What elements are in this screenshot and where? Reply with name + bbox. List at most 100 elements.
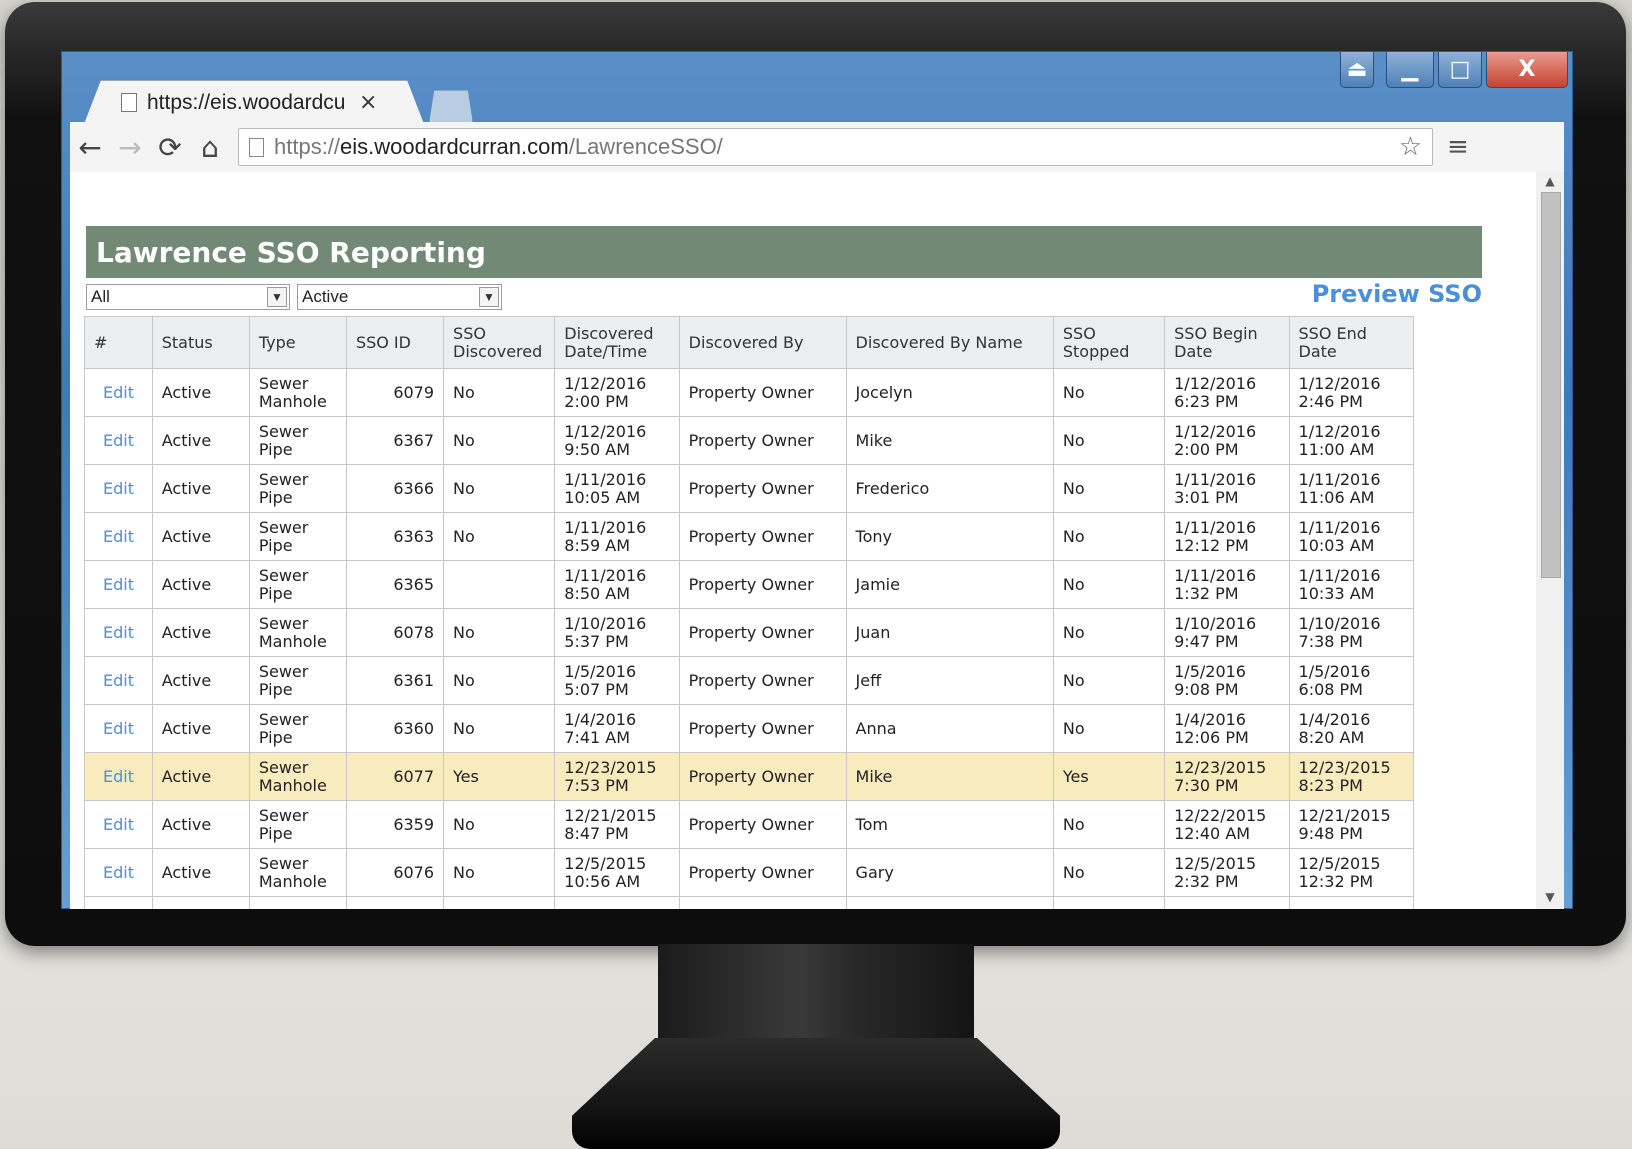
discovered-datetime-cell: 1/12/2016 9:50 AM <box>554 416 680 465</box>
edit-link[interactable] <box>84 896 153 909</box>
discovered-datetime-cell: 1/4/2016 7:41 AM <box>554 704 680 753</box>
sso-discovered-cell <box>443 560 556 609</box>
status-filter-select[interactable]: Active ▼ <box>297 284 502 310</box>
edit-link[interactable]: Edit <box>84 800 153 849</box>
table-row[interactable]: Edit Active Sewer Manhole 6076 No 12/5/2015 1… <box>84 848 1415 897</box>
sso-discovered-cell: No <box>443 848 556 897</box>
sso-begin-cell: 1/12/2016 2:00 PM <box>1164 416 1290 465</box>
sso-discovered-cell <box>443 896 556 909</box>
address-bar[interactable]: https://eis.woodardcurran.com/LawrenceSS… <box>238 128 1433 166</box>
table-row[interactable]: Edit Active Sewer Pipe 6366 No 1/11/2016 10:0… <box>84 464 1415 513</box>
col-header-discovered-by[interactable]: Discovered By <box>678 316 847 369</box>
col-header-discovered-by-name[interactable]: Discovered By Name <box>845 316 1054 369</box>
edit-link[interactable]: Edit <box>84 704 153 753</box>
col-header-sso-stopped[interactable]: SSO Stopped <box>1052 316 1166 369</box>
forward-icon[interactable]: → <box>110 127 150 167</box>
edit-link[interactable]: Edit <box>84 560 153 609</box>
table-row[interactable]: Edit Active Sewer Pipe 6359 No 12/21/2015 8:4… <box>84 800 1415 849</box>
bookmark-star-icon[interactable]: ☆ <box>1399 132 1422 162</box>
type-cell: Sewer Pipe <box>248 656 347 705</box>
sso-end-cell: 1/11/2016 10:33 AM <box>1288 560 1415 609</box>
table-row[interactable]: Edit Active Sewer Pipe 6367 No 1/12/2016 9:50… <box>84 416 1415 465</box>
status-cell: Active <box>151 560 250 609</box>
sso-discovered-cell: No <box>443 512 556 561</box>
back-icon[interactable]: ← <box>70 127 110 167</box>
table-row[interactable]: Edit Active Sewer Manhole 6077 Yes 12/23/2015… <box>84 752 1415 801</box>
home-icon[interactable]: ⌂ <box>190 127 230 167</box>
minimize-button[interactable]: ▁ <box>1386 52 1434 88</box>
discovered-by-cell: Property Owner <box>678 368 847 417</box>
status-cell: Active <box>151 704 250 753</box>
sso-discovered-cell: Yes <box>443 752 556 801</box>
sso-discovered-cell: No <box>443 800 556 849</box>
sso-begin-cell: 1/4/2016 12:06 PM <box>1164 704 1290 753</box>
preview-sso-link[interactable]: Preview SSO <box>1312 280 1482 308</box>
browser-tab[interactable]: https://eis.woodardcu × <box>84 80 424 124</box>
table-row[interactable]: Edit Active Sewer Manhole 6079 No 1/12/2016 2… <box>84 368 1415 417</box>
maximize-button[interactable]: □ <box>1438 52 1482 88</box>
reload-icon[interactable]: ⟳ <box>150 127 190 167</box>
window-controls: ⏏ ▁ □ X <box>1340 52 1568 88</box>
tab-close-icon[interactable]: × <box>359 90 377 115</box>
close-button[interactable]: X <box>1486 52 1568 88</box>
sso-id-cell: 6079 <box>345 368 445 417</box>
discovered-datetime-cell: 12/23/2015 7:53 PM <box>554 752 680 801</box>
edit-link[interactable]: Edit <box>84 848 153 897</box>
table-row[interactable]: Edit Active Sewer Pipe 6360 No 1/4/2016 7:41 … <box>84 704 1415 753</box>
edit-link[interactable]: Edit <box>84 368 153 417</box>
sso-stopped-cell: Yes <box>1052 752 1166 801</box>
discovered-by-cell: Property Owner <box>678 512 847 561</box>
col-header-status[interactable]: Status <box>151 316 250 369</box>
type-cell: Sewer Pipe <box>248 560 347 609</box>
sso-stopped-cell: No <box>1052 800 1166 849</box>
col-header-num[interactable]: # <box>84 316 153 369</box>
vertical-scrollbar[interactable]: ▲ ▼ <box>1536 172 1564 909</box>
table-row[interactable]: 11/29/201511/29/201511/29/2015 <box>84 896 1415 909</box>
page-content: Lawrence SSO Reporting All ▼ Active ▼ Pr… <box>70 172 1564 909</box>
discovered-by-name-cell: Mike <box>845 416 1054 465</box>
type-cell: Sewer Manhole <box>248 608 347 657</box>
chevron-down-icon: ▼ <box>479 287 499 307</box>
table-row[interactable]: Edit Active Sewer Manhole 6078 No 1/10/2016 5… <box>84 608 1415 657</box>
edit-link[interactable]: Edit <box>84 416 153 465</box>
col-header-type[interactable]: Type <box>248 316 347 369</box>
edit-link[interactable]: Edit <box>84 464 153 513</box>
edit-link[interactable]: Edit <box>84 752 153 801</box>
sso-discovered-cell: No <box>443 464 556 513</box>
edit-link[interactable]: Edit <box>84 608 153 657</box>
type-cell: Sewer Manhole <box>248 848 347 897</box>
col-header-discovered-datetime[interactable]: Discovered Date/Time <box>554 316 680 369</box>
sso-id-cell: 6363 <box>345 512 445 561</box>
new-tab-button[interactable] <box>429 90 473 124</box>
discovered-by-cell <box>678 896 847 909</box>
edit-link[interactable]: Edit <box>84 656 153 705</box>
discovered-by-name-cell: Tony <box>845 512 1054 561</box>
table-body: Edit Active Sewer Manhole 6079 No 1/12/2016 2… <box>84 368 1415 909</box>
browser-menu-icon[interactable]: ≡ <box>1447 132 1469 162</box>
sso-end-cell: 12/5/2015 12:32 PM <box>1288 848 1415 897</box>
type-cell: Sewer Pipe <box>248 416 347 465</box>
col-header-sso-discovered[interactable]: SSO Discovered <box>443 316 556 369</box>
type-cell: Sewer Pipe <box>248 800 347 849</box>
scroll-down-icon[interactable]: ▼ <box>1542 890 1558 904</box>
col-header-sso-id[interactable]: SSO ID <box>345 316 445 369</box>
col-header-sso-end[interactable]: SSO End Date <box>1288 316 1415 369</box>
scroll-up-icon[interactable]: ▲ <box>1542 174 1558 188</box>
sso-end-cell: 12/21/2015 9:48 PM <box>1288 800 1415 849</box>
table-row[interactable]: Edit Active Sewer Pipe 6363 No 1/11/2016 8:59… <box>84 512 1415 561</box>
sso-end-cell: 12/23/2015 8:23 PM <box>1288 752 1415 801</box>
edit-link[interactable]: Edit <box>84 512 153 561</box>
discovered-by-cell: Property Owner <box>678 800 847 849</box>
discovered-by-name-cell: Mike <box>845 752 1054 801</box>
scroll-thumb[interactable] <box>1541 192 1561 578</box>
table-row[interactable]: Edit Active Sewer Pipe 6361 No 1/5/2016 5:07 … <box>84 656 1415 705</box>
table-row[interactable]: Edit Active Sewer Pipe 6365 1/11/2016 8:50 A… <box>84 560 1415 609</box>
discovered-datetime-cell: 1/10/2016 5:37 PM <box>554 608 680 657</box>
discovered-by-cell: Property Owner <box>678 656 847 705</box>
col-header-sso-begin[interactable]: SSO Begin Date <box>1164 316 1290 369</box>
user-profile-button[interactable]: ⏏ <box>1340 52 1374 88</box>
type-filter-select[interactable]: All ▼ <box>86 284 290 310</box>
page-title: Lawrence SSO Reporting <box>86 226 1482 278</box>
discovered-datetime-cell: 1/5/2016 5:07 PM <box>554 656 680 705</box>
sso-begin-cell: 1/12/2016 6:23 PM <box>1164 368 1290 417</box>
